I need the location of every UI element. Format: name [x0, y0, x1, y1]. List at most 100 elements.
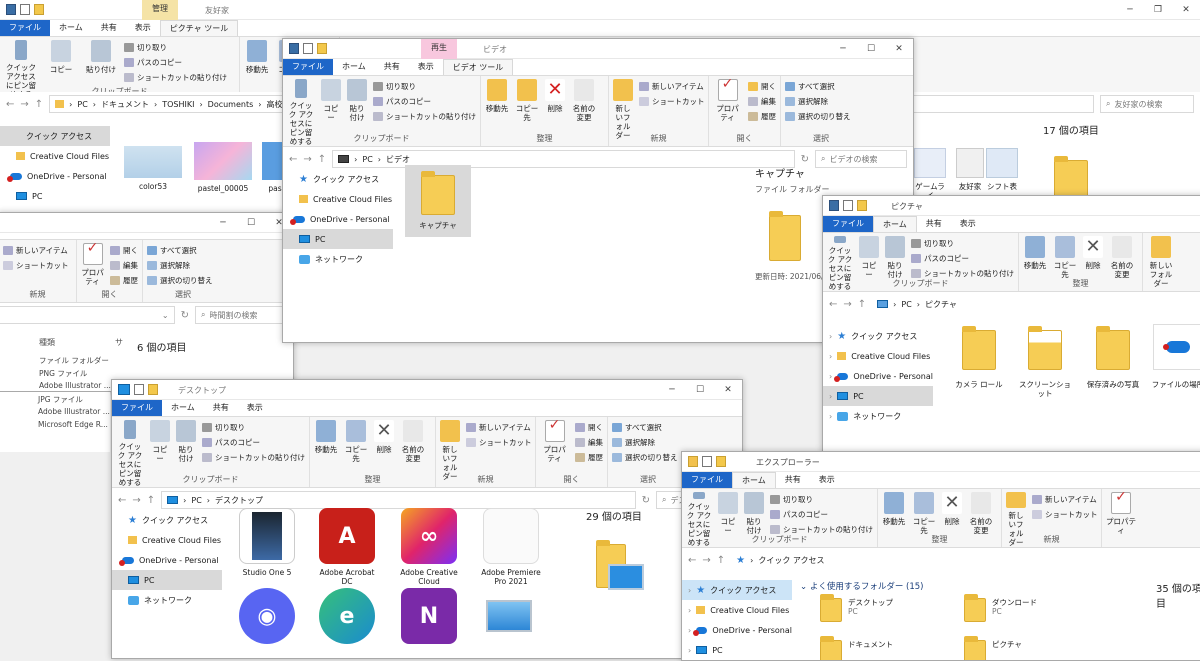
folder-item-capture[interactable]: キャプチャ — [405, 165, 471, 237]
app-shortcut-edge[interactable]: e — [314, 588, 380, 648]
app-shortcut-creative-cloud[interactable]: ∞ Adobe Creative Cloud — [396, 508, 462, 586]
nav-creative-cloud[interactable]: › Creative Cloud Files — [823, 346, 933, 366]
nav-quick-access[interactable]: ★ クイック アクセス — [112, 510, 222, 530]
tab-view[interactable]: 表示 — [126, 20, 160, 36]
path-box[interactable]: › PC › デスクトップ — [161, 491, 636, 509]
context-tab-play[interactable]: 再生 — [421, 39, 457, 59]
table-row[interactable]: Adobe Illustrator ... — [38, 407, 110, 416]
nav-quick-access[interactable]: › ★ クイック アクセス — [682, 580, 792, 600]
open-button[interactable]: 開く — [575, 422, 603, 433]
tab-file[interactable]: ファイル — [112, 400, 162, 416]
nav-quick-access[interactable]: ★ クイック アクセス — [283, 169, 393, 189]
nav-onedrive[interactable]: › OneDrive - Personal — [823, 366, 933, 386]
back-button[interactable]: ← — [118, 495, 126, 506]
up-button[interactable]: ↑ — [717, 555, 725, 566]
tab-view[interactable]: 表示 — [951, 216, 985, 232]
search-input[interactable]: ⌕ 友好家の検索 — [1100, 95, 1194, 113]
app-shortcut-studio-one[interactable]: Studio One 5 — [238, 508, 296, 577]
table-row[interactable]: ファイル フォルダー — [39, 355, 109, 366]
nav-pc[interactable]: › PC — [682, 640, 792, 660]
refresh-button[interactable]: ↻ — [181, 310, 189, 321]
column-header-type[interactable]: 種類 — [39, 337, 55, 348]
table-row[interactable]: Adobe Illustrator ... — [39, 381, 111, 390]
tab-view[interactable]: 表示 — [238, 400, 272, 416]
maximize-button[interactable]: ☐ — [686, 380, 714, 400]
invert-selection-button[interactable]: 選択の切り替え — [147, 275, 213, 286]
properties-button[interactable]: ✓ プロパティ — [1106, 490, 1136, 547]
refresh-button[interactable]: ↻ — [642, 495, 650, 506]
new-item-button[interactable]: 新しいアイテム — [1032, 494, 1098, 505]
edit-button[interactable]: 編集 — [748, 96, 776, 107]
nav-onedrive[interactable]: › OneDrive - Personal — [682, 620, 792, 640]
cut-button[interactable]: 切り取り — [373, 81, 476, 92]
up-button[interactable]: ↑ — [35, 99, 43, 110]
app-shortcut-discord[interactable]: ◉ — [234, 588, 300, 648]
maximize-button[interactable]: ☐ — [237, 213, 265, 233]
nav-pc[interactable]: PC — [0, 186, 110, 206]
open-button[interactable]: 開く — [748, 81, 776, 92]
cut-button[interactable]: 切り取り — [202, 422, 305, 433]
tab-file[interactable]: ファイル — [283, 59, 333, 75]
nav-onedrive[interactable]: OneDrive - Personal — [283, 209, 393, 229]
maximize-button[interactable]: ❐ — [1144, 0, 1172, 20]
tab-file[interactable]: ファイル — [0, 20, 50, 36]
up-button[interactable]: ↑ — [858, 299, 866, 310]
tab-view[interactable]: 表示 — [409, 59, 443, 75]
minimize-button[interactable]: ─ — [658, 380, 686, 400]
forward-button[interactable]: → — [20, 99, 28, 110]
close-button[interactable]: ✕ — [1172, 0, 1200, 20]
cut-button[interactable]: 切り取り — [770, 494, 873, 505]
file-item[interactable]: シフト表 — [986, 148, 1018, 191]
app-shortcut-pc[interactable] — [476, 588, 542, 648]
quick-folder-desktop[interactable]: デスクトップ PC — [820, 594, 920, 622]
edit-button[interactable]: 編集 — [110, 260, 138, 271]
tab-home[interactable]: ホーム — [162, 400, 204, 416]
tab-file[interactable]: ファイル — [682, 472, 732, 488]
path-box[interactable]: ★ › クイック アクセス — [731, 551, 1200, 569]
nav-quick-access[interactable]: クイック アクセス — [0, 126, 110, 146]
search-input[interactable]: ⌕ 時間割の検索 — [195, 306, 287, 324]
context-tab-manage[interactable]: 管理 — [142, 0, 178, 20]
nav-pc[interactable]: PC — [283, 229, 393, 249]
forward-button[interactable]: → — [702, 555, 710, 566]
minimize-button[interactable]: ─ — [1116, 0, 1144, 20]
quick-folder-downloads[interactable]: ダウンロード PC — [964, 594, 1064, 622]
forward-button[interactable]: → — [132, 495, 140, 506]
forward-button[interactable]: → — [843, 299, 851, 310]
tab-home[interactable]: ホーム — [333, 59, 375, 75]
path-box[interactable]: ⌄ — [0, 306, 175, 324]
open-button[interactable]: 開く — [110, 245, 138, 256]
nav-pc[interactable]: PC — [112, 570, 222, 590]
new-folder-button[interactable]: 新しいフォルダー — [1147, 236, 1175, 291]
app-shortcut-onenote[interactable]: N — [396, 588, 462, 648]
nav-creative-cloud[interactable]: Creative Cloud Files — [112, 530, 222, 550]
copy-path-button[interactable]: パスのコピー — [911, 253, 1014, 264]
copy-path-button[interactable]: パスのコピー — [770, 509, 873, 520]
history-button[interactable]: 履歴 — [748, 111, 776, 122]
back-button[interactable]: ← — [289, 154, 297, 165]
close-button[interactable]: ✕ — [714, 380, 742, 400]
select-all-button[interactable]: すべて選択 — [785, 81, 851, 92]
nav-onedrive[interactable]: OneDrive - Personal — [112, 550, 222, 570]
folder-item-camera-roll[interactable]: カメラ ロール — [953, 326, 1005, 389]
frequent-folders-header[interactable]: ⌄ よく使用するフォルダー (15) — [800, 580, 923, 592]
app-shortcut-premiere[interactable]: Adobe Premiere Pro 2021 — [476, 508, 546, 586]
cut-button[interactable]: 切り取り — [124, 42, 227, 53]
file-item[interactable]: pastel_00005 — [194, 142, 252, 193]
cut-button[interactable]: 切り取り — [911, 238, 1014, 249]
nav-network[interactable]: ネットワーク — [112, 590, 222, 610]
paste-shortcut-button[interactable]: ショートカットの貼り付け — [202, 452, 305, 463]
nav-creative-cloud[interactable]: Creative Cloud Files — [283, 189, 393, 209]
tab-home[interactable]: ホーム — [50, 20, 92, 36]
select-all-button[interactable]: すべて選択 — [612, 422, 678, 433]
tab-share[interactable]: 共有 — [776, 472, 810, 488]
back-button[interactable]: ← — [688, 555, 696, 566]
tab-file[interactable]: ファイル — [823, 216, 873, 232]
app-shortcut-acrobat[interactable]: A Adobe Acrobat DC — [314, 508, 380, 586]
tab-home[interactable]: ホーム — [873, 216, 917, 232]
tab-home[interactable]: ホーム — [732, 472, 776, 488]
nav-quick-access[interactable]: › ★ クイック アクセス — [823, 326, 933, 346]
file-item[interactable]: ゲームライ — [914, 148, 946, 200]
minimize-button[interactable]: ─ — [829, 39, 857, 59]
folder-item-screenshots[interactable]: スクリーンショット — [1017, 326, 1073, 398]
